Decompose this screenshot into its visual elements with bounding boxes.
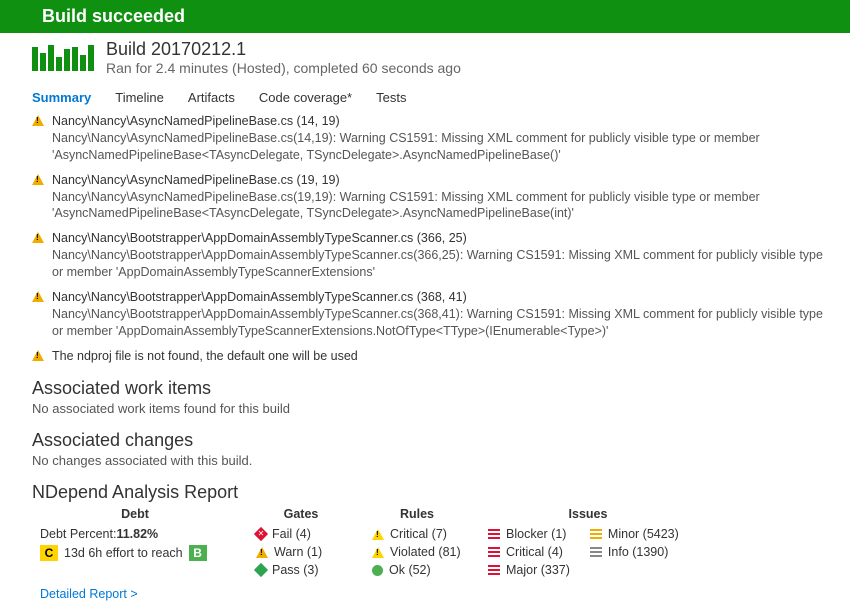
detailed-report-link[interactable]: Detailed Report > (40, 587, 850, 601)
crit-icon (372, 529, 384, 540)
viol-icon (372, 547, 384, 558)
build-subtitle: Ran for 2.4 minutes (Hosted), completed … (106, 60, 461, 76)
rule-item[interactable]: Violated (81) (372, 545, 462, 559)
rule-label: Violated (81) (390, 545, 461, 559)
tab-summary[interactable]: Summary (32, 90, 91, 105)
warning-message: Nancy\Nancy\Bootstrapper\AppDomainAssemb… (52, 306, 826, 340)
gate-item[interactable]: Pass (3) (256, 563, 346, 577)
debt-grade-badge: C (40, 545, 58, 561)
gate-item[interactable]: Fail (4) (256, 527, 346, 541)
gates-heading: Gates (256, 507, 346, 521)
bars-red-icon (488, 529, 500, 539)
warning-item[interactable]: The ndproj file is not found, the defaul… (32, 348, 826, 365)
warn-icon (256, 547, 268, 558)
warning-icon (32, 291, 44, 302)
warning-item[interactable]: Nancy\Nancy\Bootstrapper\AppDomainAssemb… (32, 289, 826, 340)
warning-item[interactable]: Nancy\Nancy\Bootstrapper\AppDomainAssemb… (32, 230, 826, 281)
rule-label: Ok (52) (389, 563, 431, 577)
bars-red-icon (488, 547, 500, 557)
warning-icon (32, 115, 44, 126)
tabs: Summary Timeline Artifacts Code coverage… (32, 90, 850, 105)
gate-item[interactable]: Warn (1) (256, 545, 346, 559)
build-header: Build 20170212.1 Ran for 2.4 minutes (Ho… (0, 33, 850, 82)
issue-item[interactable]: Info (1390) (590, 545, 679, 559)
bars-yellow-icon (590, 529, 602, 539)
associated-changes-text: No changes associated with this build. (32, 453, 850, 468)
issue-label: Major (337) (506, 563, 570, 577)
rule-item[interactable]: Critical (7) (372, 527, 462, 541)
build-status-banner: Build succeeded (0, 0, 850, 33)
warning-message: Nancy\Nancy\AsyncNamedPipelineBase.cs(19… (52, 189, 826, 223)
issue-label: Critical (4) (506, 545, 563, 559)
warning-icon (32, 232, 44, 243)
issue-item[interactable]: Blocker (1) (488, 527, 570, 541)
issue-label: Info (1390) (608, 545, 668, 559)
issue-label: Minor (5423) (608, 527, 679, 541)
ok-icon (372, 565, 383, 576)
warning-file-line: Nancy\Nancy\Bootstrapper\AppDomainAssemb… (52, 230, 826, 247)
tab-tests[interactable]: Tests (376, 90, 406, 105)
issue-item[interactable]: Minor (5423) (590, 527, 679, 541)
warning-message: Nancy\Nancy\AsyncNamedPipelineBase.cs(14… (52, 130, 826, 164)
debt-heading: Debt (40, 507, 230, 521)
bars-red-icon (488, 565, 500, 575)
debt-target-badge: B (189, 545, 207, 561)
issue-item[interactable]: Critical (4) (488, 545, 570, 559)
warning-file-line: Nancy\Nancy\Bootstrapper\AppDomainAssemb… (52, 289, 826, 306)
warning-message: Nancy\Nancy\Bootstrapper\AppDomainAssemb… (52, 247, 826, 281)
debt-effort-text: 13d 6h effort to reach (64, 546, 183, 560)
ndepend-summary: Debt Debt Percent:11.82% C 13d 6h effort… (40, 507, 850, 581)
warning-file-line: Nancy\Nancy\AsyncNamedPipelineBase.cs (1… (52, 172, 826, 189)
warning-file-line: The ndproj file is not found, the defaul… (52, 348, 358, 365)
gate-label: Pass (3) (272, 563, 319, 577)
tab-timeline[interactable]: Timeline (115, 90, 164, 105)
associated-work-items-heading: Associated work items (32, 378, 850, 399)
associated-changes-heading: Associated changes (32, 430, 850, 451)
rules-heading: Rules (372, 507, 462, 521)
debt-percent-label: Debt Percent: (40, 527, 116, 541)
debt-effort-row: C 13d 6h effort to reach B (40, 545, 230, 561)
history-bars-icon (32, 45, 94, 71)
tab-code-coverage[interactable]: Code coverage* (259, 90, 352, 105)
ndepend-heading: NDepend Analysis Report (32, 482, 850, 503)
gate-label: Fail (4) (272, 527, 311, 541)
warning-file-line: Nancy\Nancy\AsyncNamedPipelineBase.cs (1… (52, 113, 826, 130)
debt-percent: Debt Percent:11.82% (40, 527, 230, 541)
bars-gray-icon (590, 547, 602, 557)
pass-icon (254, 563, 268, 577)
gate-label: Warn (1) (274, 545, 322, 559)
warning-item[interactable]: Nancy\Nancy\AsyncNamedPipelineBase.cs (1… (32, 113, 826, 164)
associated-work-items-text: No associated work items found for this … (32, 401, 850, 416)
rule-label: Critical (7) (390, 527, 447, 541)
fail-icon (254, 527, 268, 541)
rule-item[interactable]: Ok (52) (372, 563, 462, 577)
warnings-list: Nancy\Nancy\AsyncNamedPipelineBase.cs (1… (32, 113, 826, 364)
debt-percent-value: 11.82% (116, 527, 158, 541)
warning-icon (32, 174, 44, 185)
issues-heading: Issues (488, 507, 688, 521)
issue-label: Blocker (1) (506, 527, 566, 541)
warning-icon (32, 350, 44, 361)
build-title: Build 20170212.1 (106, 39, 461, 60)
tab-artifacts[interactable]: Artifacts (188, 90, 235, 105)
issue-item[interactable]: Major (337) (488, 563, 570, 577)
warning-item[interactable]: Nancy\Nancy\AsyncNamedPipelineBase.cs (1… (32, 172, 826, 223)
